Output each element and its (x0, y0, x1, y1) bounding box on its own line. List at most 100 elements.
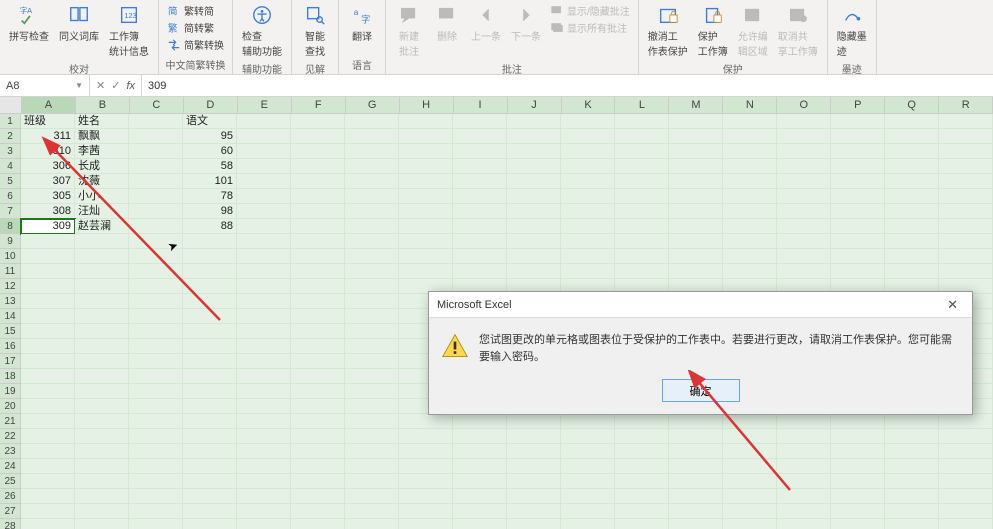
cell[interactable] (291, 309, 345, 324)
cell[interactable]: 308 (21, 204, 75, 219)
cell[interactable] (237, 354, 291, 369)
cell[interactable] (669, 264, 723, 279)
cell[interactable] (777, 429, 831, 444)
cell[interactable] (669, 504, 723, 519)
cell[interactable] (939, 204, 993, 219)
cell[interactable] (885, 189, 939, 204)
cell[interactable] (129, 294, 183, 309)
cell[interactable] (723, 429, 777, 444)
cell[interactable] (777, 249, 831, 264)
cell[interactable] (615, 414, 669, 429)
cell[interactable] (453, 444, 507, 459)
cell[interactable] (615, 144, 669, 159)
dialog-ok-button[interactable]: 确定 (662, 379, 740, 402)
cell[interactable] (129, 279, 183, 294)
cell[interactable] (291, 504, 345, 519)
row-header[interactable]: 13 (0, 294, 21, 309)
cell[interactable] (453, 189, 507, 204)
cell[interactable] (723, 459, 777, 474)
cell[interactable] (291, 159, 345, 174)
cell[interactable]: 88 (183, 219, 237, 234)
cell[interactable] (345, 114, 399, 129)
cell[interactable]: 310 (21, 144, 75, 159)
cell[interactable] (669, 204, 723, 219)
cell[interactable] (453, 429, 507, 444)
cell[interactable] (453, 174, 507, 189)
cell[interactable] (453, 504, 507, 519)
cell[interactable] (669, 489, 723, 504)
cell[interactable] (453, 234, 507, 249)
cell[interactable] (831, 159, 885, 174)
cell[interactable] (183, 339, 237, 354)
cell[interactable] (831, 519, 885, 529)
cell[interactable] (939, 234, 993, 249)
cell[interactable] (291, 219, 345, 234)
cell[interactable] (831, 459, 885, 474)
cell[interactable]: 58 (183, 159, 237, 174)
cell[interactable] (345, 444, 399, 459)
cell[interactable] (21, 249, 75, 264)
cell[interactable] (75, 294, 129, 309)
column-header[interactable]: C (130, 97, 184, 113)
cell[interactable] (507, 459, 561, 474)
cell[interactable] (21, 444, 75, 459)
cell[interactable] (291, 384, 345, 399)
cell[interactable] (723, 159, 777, 174)
cell[interactable] (885, 429, 939, 444)
cell[interactable] (237, 294, 291, 309)
cell[interactable] (75, 309, 129, 324)
cell[interactable] (291, 234, 345, 249)
cell[interactable] (777, 114, 831, 129)
cell[interactable] (723, 189, 777, 204)
cell[interactable] (453, 264, 507, 279)
cell[interactable] (21, 264, 75, 279)
cell[interactable] (939, 264, 993, 279)
cell[interactable] (183, 354, 237, 369)
row-header[interactable]: 3 (0, 144, 21, 159)
cell[interactable] (345, 504, 399, 519)
cell[interactable] (75, 339, 129, 354)
cell[interactable] (507, 219, 561, 234)
cell[interactable] (129, 519, 183, 529)
row-header[interactable]: 28 (0, 519, 21, 529)
cell[interactable] (399, 189, 453, 204)
column-header[interactable]: A (22, 97, 76, 113)
cell[interactable] (129, 459, 183, 474)
cell[interactable] (345, 219, 399, 234)
cell[interactable] (831, 474, 885, 489)
unprotect-sheet-button[interactable]: 撤消工 作表保护 (645, 2, 691, 60)
cell[interactable] (723, 489, 777, 504)
cell[interactable] (291, 444, 345, 459)
column-header[interactable]: L (615, 97, 669, 113)
cell[interactable] (291, 354, 345, 369)
cell[interactable] (507, 189, 561, 204)
cell[interactable] (237, 384, 291, 399)
cell[interactable] (669, 414, 723, 429)
cell[interactable] (669, 144, 723, 159)
cell[interactable] (723, 204, 777, 219)
cell[interactable] (561, 519, 615, 529)
protect-workbook-button[interactable]: 保护 工作簿 (695, 2, 731, 60)
row-header[interactable]: 26 (0, 489, 21, 504)
cell[interactable] (507, 249, 561, 264)
column-header[interactable]: M (669, 97, 723, 113)
column-header[interactable]: B (76, 97, 130, 113)
cell[interactable] (21, 504, 75, 519)
cell[interactable] (129, 264, 183, 279)
smart-lookup-button[interactable]: 智能 查找 (298, 2, 332, 60)
cell[interactable] (21, 489, 75, 504)
cell[interactable] (669, 249, 723, 264)
cell[interactable] (345, 234, 399, 249)
cell[interactable] (777, 519, 831, 529)
cell[interactable] (939, 444, 993, 459)
cell[interactable] (345, 204, 399, 219)
row-header[interactable]: 24 (0, 459, 21, 474)
cell[interactable] (237, 114, 291, 129)
cell[interactable] (885, 174, 939, 189)
cell[interactable] (939, 459, 993, 474)
row-header[interactable]: 12 (0, 279, 21, 294)
cell[interactable] (831, 489, 885, 504)
cell[interactable] (723, 414, 777, 429)
row-header[interactable]: 23 (0, 444, 21, 459)
cell[interactable] (453, 159, 507, 174)
